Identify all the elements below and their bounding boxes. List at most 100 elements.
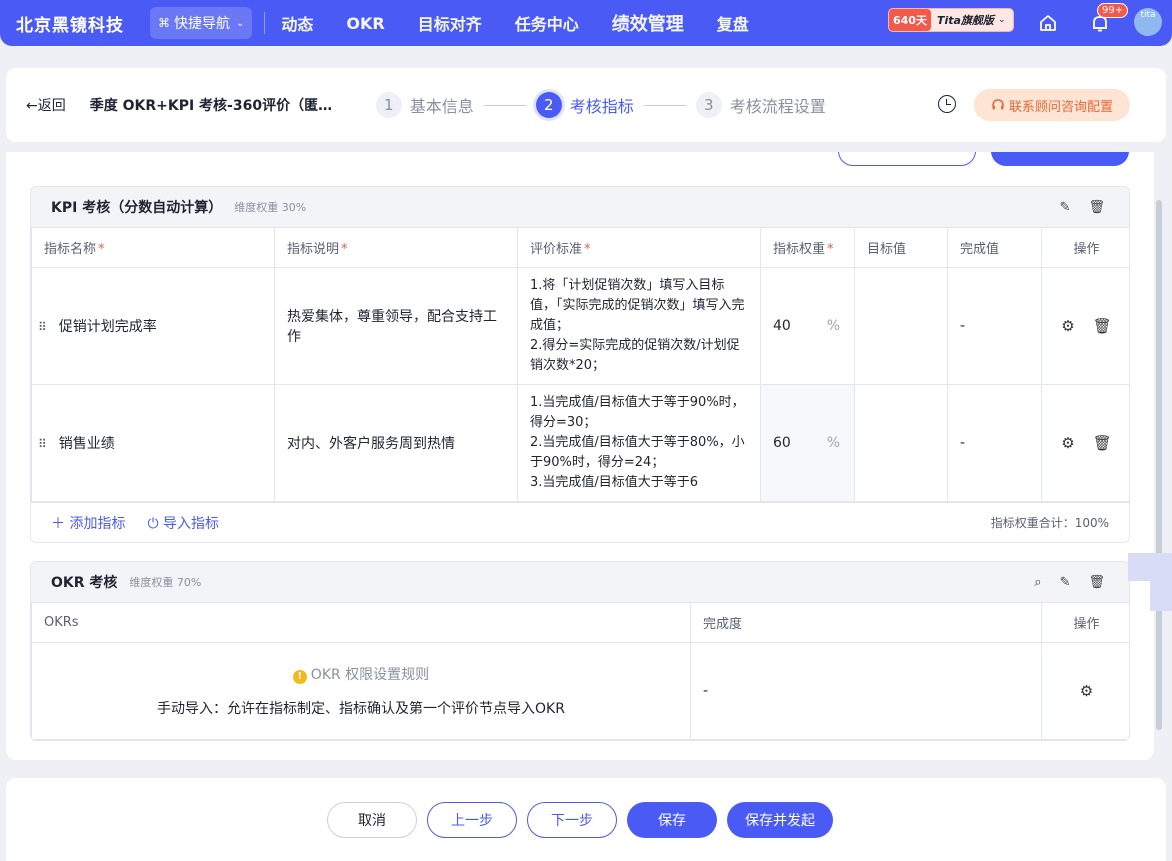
column-header: 完成值 — [947, 227, 1042, 268]
step-flow-settings[interactable]: 3 考核流程设置 — [695, 92, 826, 118]
grid-icon: ⌘ — [158, 16, 170, 30]
step-number: 1 — [375, 92, 402, 118]
info-icon: ! — [292, 670, 307, 684]
kpi-section: KPI 考核（分数自动计算） 维度权重 30% ✎ 🗑 指标名称 * 指标说明 * … — [30, 186, 1130, 543]
trash-icon[interactable]: 🗑 — [1093, 434, 1112, 452]
floating-widget[interactable] — [1150, 581, 1172, 611]
gear-icon[interactable]: ⚙ — [1061, 317, 1074, 335]
headset-icon — [992, 99, 1004, 110]
criteria-cell[interactable]: 1.将「计划促销次数」填写入目标值，「实际完成的促销次数」填写入完成值； 2.得… — [517, 267, 761, 385]
menu-item-review[interactable]: 复盘 — [717, 11, 749, 35]
company-name[interactable]: 北京黑镜科技 — [16, 11, 124, 36]
chevron-down-icon: ⌄ — [236, 17, 245, 29]
menu-item-dynamics[interactable]: 动态 — [281, 11, 313, 35]
kpi-footer: ＋ 添加指标 ⏻ 导入指标 指标权重合计：100% — [31, 502, 1129, 542]
indicator-desc-cell[interactable]: 热爱集体，尊重领导，配合支持工作 — [274, 267, 518, 385]
step-indicators[interactable]: 2 考核指标 — [535, 92, 634, 118]
okr-table: OKRs 完成度 操作 ! OKR 权限设置规则 手动导入：允许在指标制定、指标确… — [31, 602, 1129, 740]
indicator-desc-cell[interactable]: 对内、外客户服务周到热情 — [274, 384, 518, 502]
consult-label: 联系顾问咨询配置 — [1008, 99, 1113, 115]
quick-nav-button[interactable]: ⌘ 快捷导航 ⌄ — [150, 7, 253, 39]
column-header: 指标权重 * — [760, 227, 855, 268]
kpi-weight: 维度权重 30% — [234, 201, 307, 214]
table-row: ⠿ 销售业绩 对内、外客户服务周到热情 1.当完成值/目标值大于等于90%时，得分… — [31, 384, 1129, 502]
hidden-outline-button[interactable] — [838, 152, 976, 166]
edit-icon[interactable]: ✎ — [1060, 200, 1071, 215]
step-label: 考核指标 — [569, 97, 634, 116]
okr-weight: 维度权重 70% — [129, 576, 202, 589]
history-icon[interactable] — [938, 95, 956, 113]
cancel-button[interactable]: 取消 — [327, 802, 417, 838]
completion-cell: - — [690, 642, 1042, 740]
step-label: 基本信息 — [409, 97, 474, 116]
okr-section-header: OKR 考核 维度权重 70% ⌕ ✎ 🗑 — [31, 562, 1129, 602]
page-title: 季度 OKR+KPI 考核-360评价（匿名评... — [89, 98, 346, 114]
step-label: 考核流程设置 — [729, 97, 826, 116]
prev-step-button[interactable]: 上一步 — [427, 802, 517, 838]
okr-rule-link[interactable]: ! OKR 权限设置规则 — [44, 664, 678, 684]
menu-item-tasks[interactable]: 任务中心 — [515, 11, 579, 35]
consult-advisor-button[interactable]: 联系顾问咨询配置 — [974, 89, 1130, 121]
nav-divider — [264, 12, 266, 34]
stepper: 1 基本信息 2 考核指标 3 考核流程设置 — [375, 92, 826, 118]
column-header: 评价标准 * — [517, 227, 761, 268]
kpi-section-header: KPI 考核（分数自动计算） 维度权重 30% ✎ 🗑 — [31, 187, 1129, 227]
save-button[interactable]: 保存 — [627, 802, 717, 838]
criteria-cell[interactable]: 1.当完成值/目标值大于等于90%时，得分=30； 2.当完成值/目标值大于等于… — [517, 384, 761, 502]
weight-cell[interactable]: 60% — [760, 384, 855, 502]
step-basic-info[interactable]: 1 基本信息 — [375, 92, 474, 118]
hidden-primary-button[interactable] — [991, 152, 1129, 166]
weight-value: 60 — [773, 435, 791, 451]
table-row: ⠿ 促销计划完成率 热爱集体，尊重领导，配合支持工作 1.将「计划促销次数」填写入… — [31, 267, 1129, 385]
days-remaining: 640天 — [889, 9, 931, 31]
column-header: 完成度 — [690, 602, 1042, 643]
search-doc-icon[interactable]: ⌕ — [1034, 575, 1041, 590]
column-header: 指标名称 * — [31, 227, 275, 268]
plan-version: Tita旗舰版 — [936, 14, 994, 27]
home-icon[interactable] — [1037, 12, 1059, 34]
save-and-start-button[interactable]: 保存并发起 — [727, 802, 833, 838]
user-avatar[interactable]: tita — [1134, 8, 1162, 36]
column-header: 操作 — [1041, 227, 1129, 268]
done-cell: - — [947, 384, 1042, 502]
plan-badge[interactable]: 640天 Tita旗舰版 ⌄ — [888, 8, 1014, 32]
gear-icon[interactable]: ⚙ — [1061, 434, 1074, 452]
trash-icon[interactable]: 🗑 — [1088, 575, 1105, 590]
target-cell[interactable] — [854, 267, 948, 385]
kpi-table: 指标名称 * 指标说明 * 评价标准 * 指标权重 * 目标值 完成值 操作 ⠿ 促销计划… — [31, 227, 1129, 502]
back-button[interactable]: ←返回 — [26, 95, 66, 115]
column-header: 操作 — [1041, 602, 1129, 643]
kpi-table-header: 指标名称 * 指标说明 * 评价标准 * 指标权重 * 目标值 完成值 操作 — [31, 227, 1129, 268]
scrollbar[interactable] — [1156, 200, 1162, 730]
next-step-button[interactable]: 下一步 — [527, 802, 617, 838]
column-header: OKRs — [31, 602, 691, 643]
chevron-down-icon: ⌄ — [997, 15, 1006, 25]
trash-icon[interactable]: 🗑 — [1088, 200, 1105, 215]
step-number: 3 — [695, 92, 722, 118]
content-panel: KPI 考核（分数自动计算） 维度权重 30% ✎ 🗑 指标名称 * 指标说明 * … — [6, 152, 1154, 760]
weight-total: 指标权重合计：100% — [990, 516, 1109, 530]
trash-icon[interactable]: 🗑 — [1093, 317, 1112, 335]
kpi-title: KPI 考核（分数自动计算） — [51, 200, 223, 216]
done-cell: - — [947, 267, 1042, 385]
floating-widget[interactable] — [1128, 553, 1172, 581]
indicator-name-cell[interactable]: ⠿ 促销计划完成率 — [31, 267, 275, 385]
target-cell[interactable] — [854, 384, 948, 502]
gear-icon[interactable]: ⚙ — [1080, 682, 1093, 700]
drag-handle-icon[interactable]: ⠿ — [38, 320, 47, 334]
top-nav-bar: 北京黑镜科技 ⌘ 快捷导航 ⌄ 动态 OKR 目标对齐 任务中心 绩效管理 复盘… — [0, 0, 1172, 46]
step-connector — [483, 104, 526, 106]
import-indicator-link[interactable]: ⏻ 导入指标 — [147, 513, 219, 533]
weight-cell[interactable]: 40% — [760, 267, 855, 385]
menu-item-okr[interactable]: OKR — [346, 14, 384, 33]
menu-item-performance[interactable]: 绩效管理 — [612, 10, 684, 36]
indicator-name-cell[interactable]: ⠿ 销售业绩 — [31, 384, 275, 502]
drag-handle-icon[interactable]: ⠿ — [38, 437, 47, 451]
menu-item-alignment[interactable]: 目标对齐 — [418, 11, 482, 35]
step-header-card: ←返回 季度 OKR+KPI 考核-360评价（匿名评... 1 基本信息 2 … — [6, 68, 1166, 142]
okr-title: OKR 考核 — [51, 575, 118, 591]
add-indicator-link[interactable]: ＋ 添加指标 — [51, 513, 125, 533]
quick-nav-label: 快捷导航 — [174, 16, 230, 32]
edit-icon[interactable]: ✎ — [1060, 575, 1071, 590]
action-bar: 取消 上一步 下一步 保存 保存并发起 — [6, 778, 1166, 861]
